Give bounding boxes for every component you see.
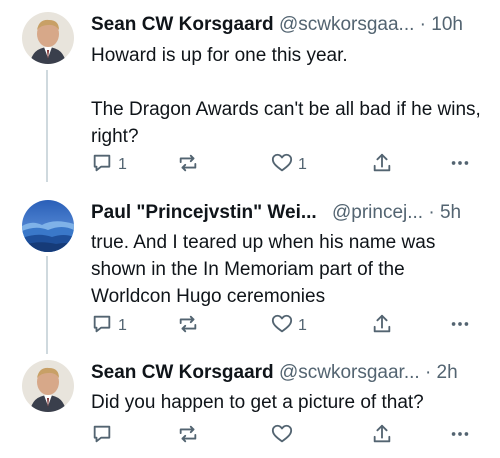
tweet-header: Sean CW Korsgaard @scwkorsgaar... · 2h — [91, 360, 484, 386]
share-button[interactable] — [371, 314, 393, 338]
reply-icon — [91, 313, 113, 340]
tweet-header: Paul "Princejvstin" Wei... @princej... ·… — [91, 200, 484, 226]
like-button[interactable] — [271, 424, 293, 448]
retweet-icon — [177, 423, 199, 450]
reply-count: 1 — [118, 317, 127, 334]
tweet-text: Did you happen to get a picture of that? — [91, 392, 424, 413]
share-button[interactable] — [371, 153, 393, 177]
tweet-header: Sean CW Korsgaard @scwkorsgaa... · 10h — [91, 12, 484, 38]
separator-dot: · — [428, 202, 435, 223]
reply-button[interactable]: 1 — [91, 153, 127, 177]
more-button[interactable] — [449, 153, 471, 177]
share-button[interactable] — [371, 424, 393, 448]
author-name[interactable]: Sean CW Korsgaard — [91, 362, 274, 383]
share-icon — [371, 152, 393, 179]
tweet-text: true. And I teared up when his name was … — [91, 232, 441, 307]
heart-icon — [271, 152, 293, 179]
avatar[interactable] — [22, 360, 74, 412]
avatar[interactable] — [22, 12, 74, 64]
retweet-button[interactable] — [177, 314, 199, 338]
timestamp[interactable]: 2h — [437, 362, 458, 383]
more-button[interactable] — [449, 424, 471, 448]
retweet-button[interactable] — [177, 424, 199, 448]
like-button[interactable]: 1 — [271, 314, 307, 338]
action-bar: 1 1 — [91, 314, 480, 338]
tweet[interactable]: Paul "Princejvstin" Wei... @princej... ·… — [0, 200, 500, 350]
action-bar — [91, 424, 480, 448]
author-name[interactable]: Paul "Princejvstin" Wei... — [91, 202, 317, 223]
retweet-icon — [177, 152, 199, 179]
avatar[interactable] — [22, 200, 74, 252]
reply-count: 1 — [118, 156, 127, 173]
timestamp[interactable]: 5h — [440, 202, 461, 223]
retweet-button[interactable] — [177, 153, 199, 177]
separator-dot: · — [419, 14, 426, 35]
more-icon — [449, 423, 471, 450]
tweet[interactable]: Sean CW Korsgaard @scwkorsgaar... · 2h D… — [0, 360, 500, 458]
tweet[interactable]: Sean CW Korsgaard @scwkorsgaa... · 10h H… — [0, 12, 500, 182]
reply-icon — [91, 152, 113, 179]
heart-icon — [271, 423, 293, 450]
retweet-icon — [177, 313, 199, 340]
author-name[interactable]: Sean CW Korsgaard — [91, 14, 274, 35]
share-icon — [371, 313, 393, 340]
timestamp[interactable]: 10h — [431, 14, 463, 35]
more-icon — [449, 313, 471, 340]
more-button[interactable] — [449, 314, 471, 338]
reply-icon — [91, 423, 113, 450]
more-icon — [449, 152, 471, 179]
reply-button[interactable]: 1 — [91, 314, 127, 338]
tweet-text: Howard is up for one this year. The Drag… — [91, 45, 481, 147]
action-bar: 1 1 — [91, 153, 480, 177]
share-icon — [371, 423, 393, 450]
like-button[interactable]: 1 — [271, 153, 307, 177]
author-handle[interactable]: @princej... — [332, 202, 423, 223]
heart-icon — [271, 313, 293, 340]
like-count: 1 — [298, 156, 307, 173]
author-handle[interactable]: @scwkorsgaa... — [279, 14, 414, 35]
like-count: 1 — [298, 317, 307, 334]
author-handle[interactable]: @scwkorsgaar... — [279, 362, 420, 383]
separator-dot: · — [424, 362, 432, 383]
reply-button[interactable] — [91, 424, 113, 448]
